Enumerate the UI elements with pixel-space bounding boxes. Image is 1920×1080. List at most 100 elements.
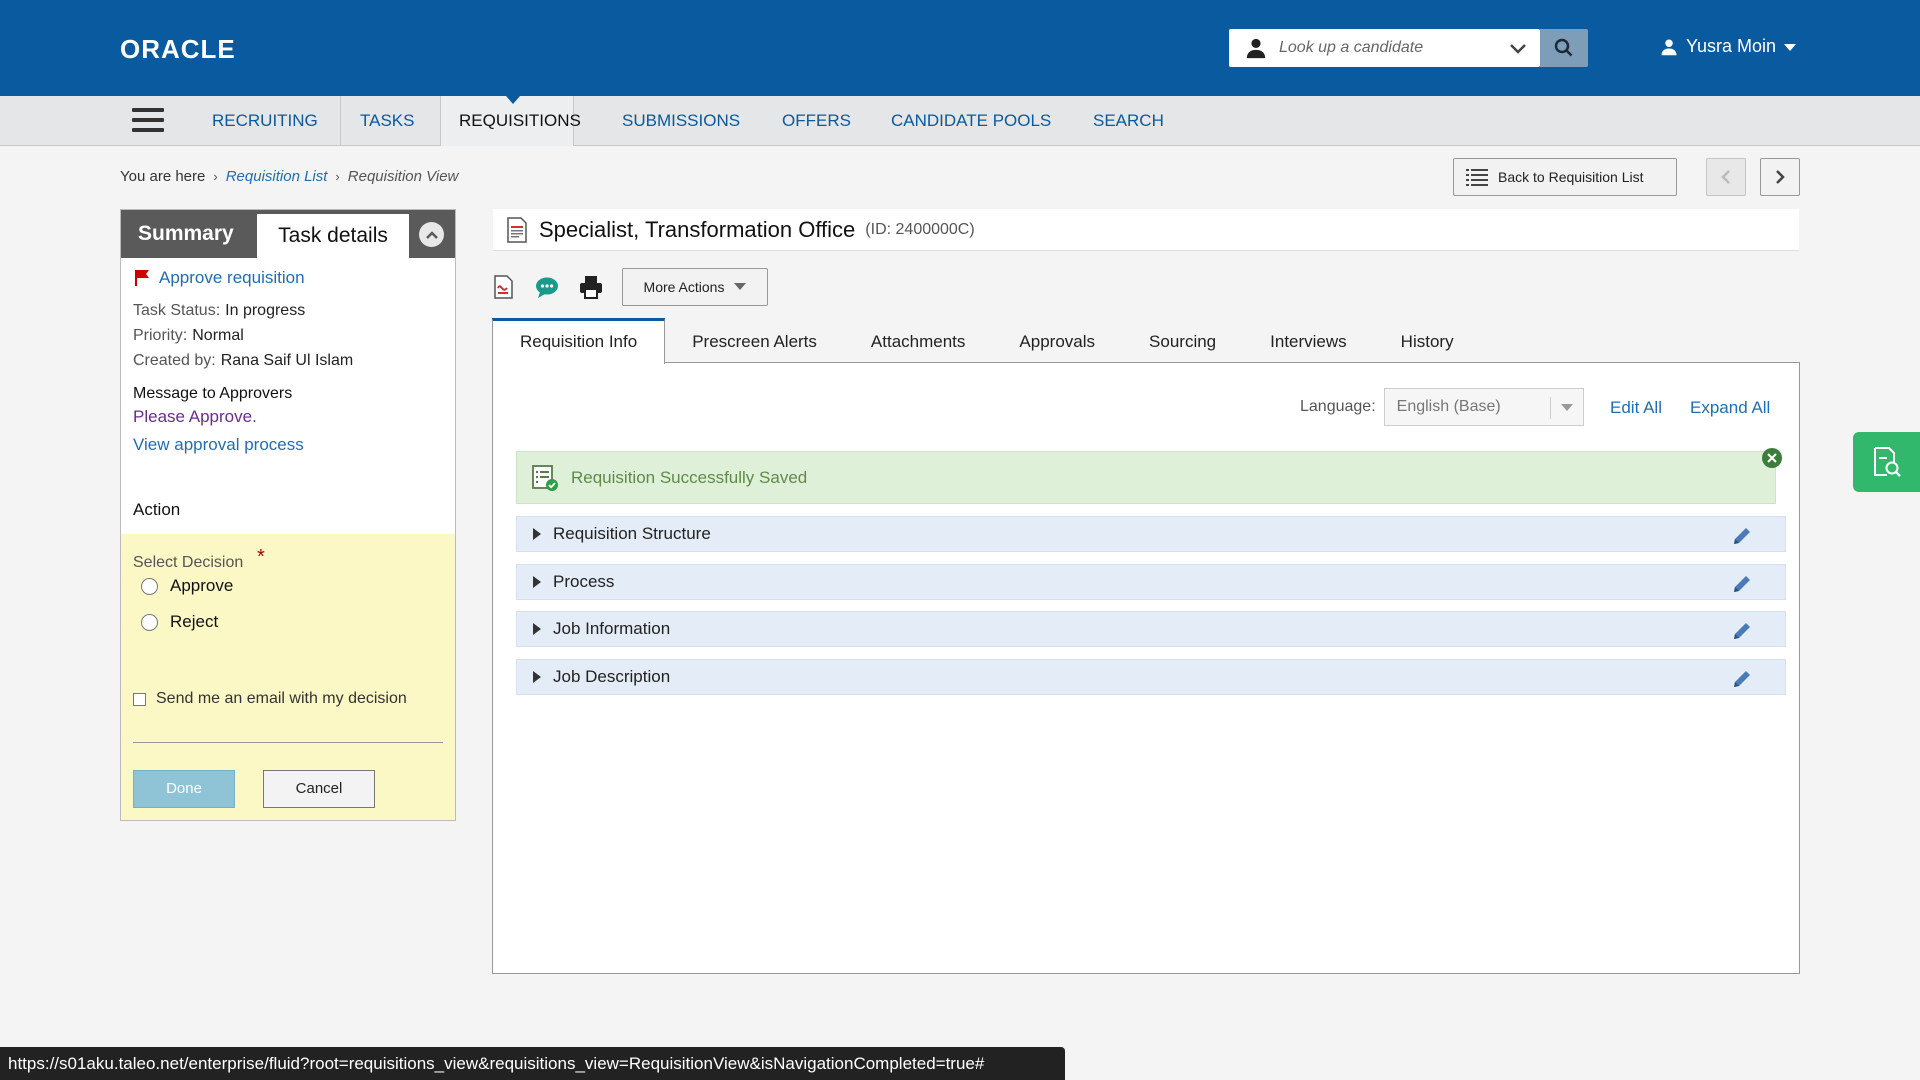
pdf-export-icon[interactable] xyxy=(490,274,516,300)
caret-down-icon xyxy=(1784,43,1797,51)
success-message: Requisition Successfully Saved xyxy=(516,451,1776,504)
pencil-edit-icon[interactable] xyxy=(1731,525,1753,547)
hamburger-menu-icon[interactable] xyxy=(132,108,164,134)
select-divider xyxy=(1549,397,1551,419)
close-icon xyxy=(1767,453,1777,463)
tab-history[interactable]: History xyxy=(1374,318,1481,363)
top-bar: ORACLE Yusra Moin xyxy=(0,0,1920,96)
tab-requisition-info[interactable]: Requisition Info xyxy=(492,318,666,364)
task-details-body: Approve requisition Task Status: In progr… xyxy=(133,268,443,455)
success-message-text: Requisition Successfully Saved xyxy=(571,467,808,487)
nav-tasks[interactable]: TASKS xyxy=(360,96,414,146)
pencil-edit-icon[interactable] xyxy=(1731,620,1753,642)
main-nav: RECRUITING TASKS REQUISITIONS SUBMISSION… xyxy=(0,96,1920,146)
status-bar-url: https://s01aku.taleo.net/enterprise/flui… xyxy=(0,1047,1065,1080)
oracle-logo[interactable]: ORACLE xyxy=(120,34,236,65)
pencil-edit-icon[interactable] xyxy=(1731,573,1753,595)
task-priority: Priority: Normal xyxy=(133,327,443,344)
section-title: Job Description xyxy=(553,667,671,686)
chevron-left-icon xyxy=(1721,170,1730,184)
section-title: Process xyxy=(553,572,615,591)
expand-all-link[interactable]: Expand All xyxy=(1690,398,1770,418)
next-button[interactable] xyxy=(1760,158,1800,196)
tab-prescreen-alerts[interactable]: Prescreen Alerts xyxy=(665,318,844,363)
list-icon xyxy=(1466,169,1488,186)
edit-all-link[interactable]: Edit All xyxy=(1610,398,1662,418)
chevron-up-icon xyxy=(425,230,438,239)
approve-radio[interactable] xyxy=(141,577,158,595)
divider xyxy=(133,742,443,743)
approve-label: Approve xyxy=(170,576,234,595)
nav-candidate-pools[interactable]: CANDIDATE POOLS xyxy=(891,96,1051,146)
required-indicator: * xyxy=(257,546,265,568)
more-actions-button[interactable]: More Actions xyxy=(622,268,768,306)
candidate-lookup-input[interactable] xyxy=(1279,29,1499,67)
email-decision-option[interactable]: Send me an email with my decision xyxy=(133,690,407,708)
user-menu[interactable]: Yusra Moin xyxy=(1660,36,1797,57)
close-message-button[interactable] xyxy=(1762,448,1782,468)
task-panel: Summary Task details Approve requisition… xyxy=(120,209,456,821)
tab-attachments[interactable]: Attachments xyxy=(844,318,993,363)
nav-offers[interactable]: OFFERS xyxy=(782,96,851,146)
breadcrumb: You are here › Requisition List › Requis… xyxy=(120,168,458,185)
section-job-information[interactable]: Job Information xyxy=(516,611,1786,647)
section-title: Requisition Structure xyxy=(553,524,711,543)
priority-value: Normal xyxy=(192,327,244,344)
select-decision-label: Select Decision * xyxy=(133,546,265,572)
section-requisition-structure[interactable]: Requisition Structure xyxy=(516,516,1786,552)
document-search-side-tab[interactable] xyxy=(1853,432,1920,492)
done-button[interactable]: Done xyxy=(133,770,235,808)
expand-triangle-icon xyxy=(533,528,541,540)
decision-form: Select Decision * Approve Reject Send me… xyxy=(121,534,455,820)
saved-checklist-icon xyxy=(532,464,558,491)
tab-interviews[interactable]: Interviews xyxy=(1243,318,1374,363)
candidate-lookup[interactable] xyxy=(1229,29,1540,67)
reject-radio[interactable] xyxy=(141,613,158,631)
print-icon[interactable] xyxy=(578,274,604,300)
view-approval-process-link[interactable]: View approval process xyxy=(133,435,443,455)
nav-recruiting[interactable]: RECRUITING xyxy=(212,96,318,146)
decision-approve-option[interactable]: Approve xyxy=(141,576,233,596)
nav-search[interactable]: SEARCH xyxy=(1093,96,1164,146)
section-title: Job Information xyxy=(553,619,671,638)
document-search-icon xyxy=(1873,447,1901,477)
nav-separator xyxy=(340,96,341,146)
tab-sourcing[interactable]: Sourcing xyxy=(1122,318,1243,363)
language-select[interactable]: English (Base) xyxy=(1383,388,1584,426)
section-process[interactable]: Process xyxy=(516,564,1786,600)
decision-reject-option[interactable]: Reject xyxy=(141,612,218,632)
breadcrumb-current: Requisition View xyxy=(347,168,459,185)
nav-submissions[interactable]: SUBMISSIONS xyxy=(622,96,740,146)
chevron-right-icon: › xyxy=(213,169,218,184)
task-status-label: Task Status: xyxy=(133,302,221,319)
collapse-panel-button[interactable] xyxy=(419,222,444,247)
person-icon xyxy=(1246,38,1266,59)
back-to-requisition-list-button[interactable]: Back to Requisition List xyxy=(1453,158,1677,196)
message-to-approvers-value: Please Approve. xyxy=(133,407,257,426)
chevron-right-icon xyxy=(1776,170,1785,184)
previous-button[interactable] xyxy=(1706,158,1746,196)
search-button[interactable] xyxy=(1540,29,1588,67)
created-by-label: Created by: xyxy=(133,352,216,369)
email-decision-checkbox[interactable] xyxy=(133,692,146,706)
chevron-down-icon[interactable] xyxy=(1508,38,1528,58)
requisition-tabs: Requisition Info Prescreen Alerts Attach… xyxy=(492,318,1481,364)
user-icon xyxy=(1661,39,1677,55)
section-job-description[interactable]: Job Description xyxy=(516,659,1786,695)
task-status-value: In progress xyxy=(225,302,306,319)
user-name: Yusra Moin xyxy=(1686,36,1777,56)
chevron-right-icon: › xyxy=(335,169,340,184)
tab-approvals[interactable]: Approvals xyxy=(992,318,1122,363)
tab-summary[interactable]: Summary xyxy=(121,210,256,258)
comment-icon[interactable] xyxy=(534,274,560,300)
approve-requisition-link[interactable]: Approve requisition xyxy=(133,268,443,288)
language-selector: Language: English (Base) xyxy=(1300,388,1584,426)
tab-task-details[interactable]: Task details xyxy=(257,214,409,258)
cancel-button[interactable]: Cancel xyxy=(263,770,375,808)
pencil-edit-icon[interactable] xyxy=(1731,668,1753,690)
expand-triangle-icon xyxy=(533,623,541,635)
task-title: Approve requisition xyxy=(159,268,305,287)
action-heading: Action xyxy=(133,500,181,519)
breadcrumb-requisition-list[interactable]: Requisition List xyxy=(226,168,328,185)
requisition-header: Specialist, Transformation Office (ID: 2… xyxy=(493,209,1799,251)
